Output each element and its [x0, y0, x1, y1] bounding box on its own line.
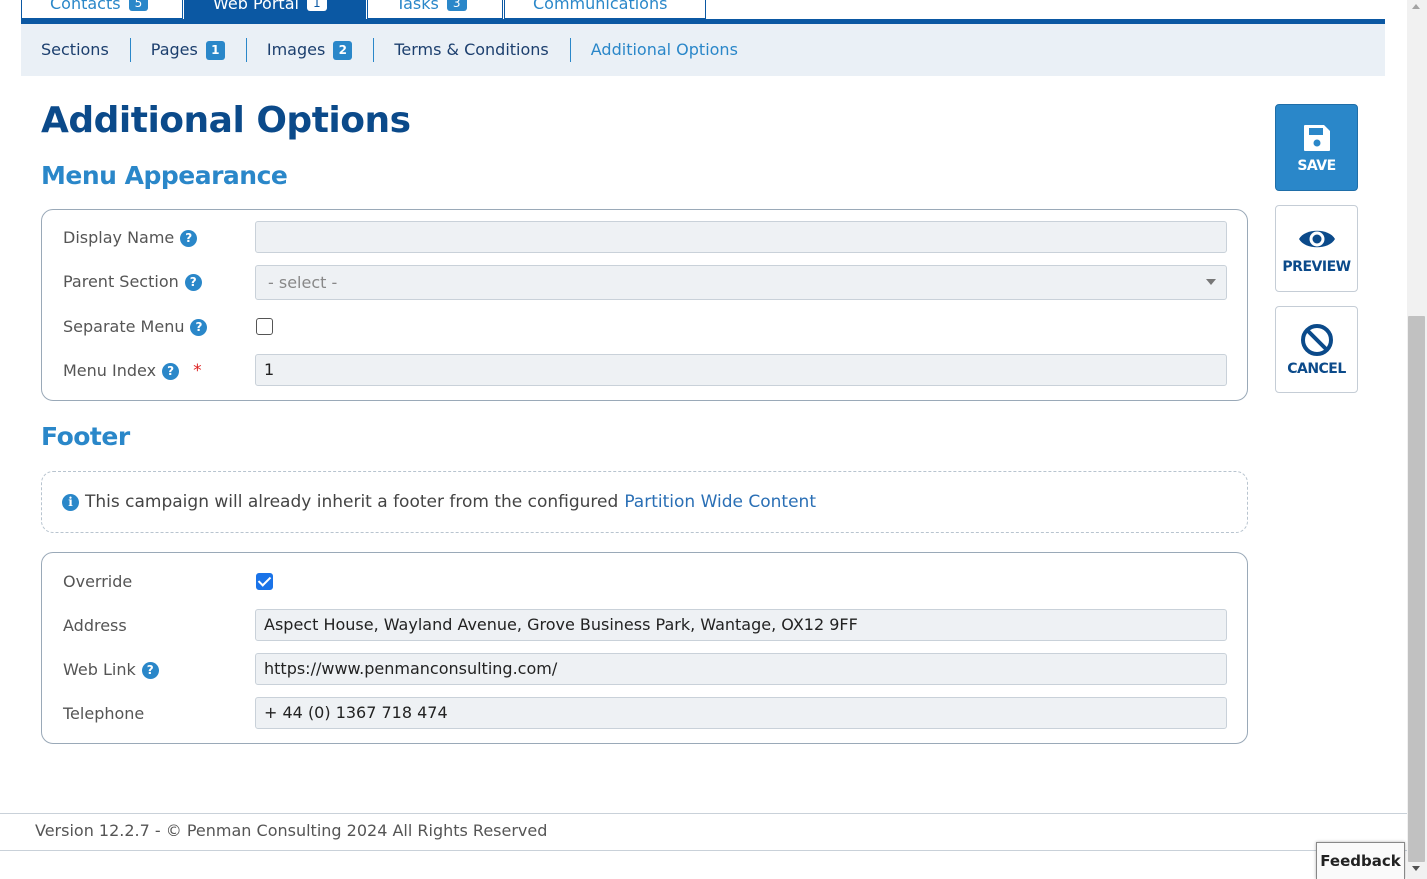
separate-menu-label: Separate Menu — [63, 317, 185, 336]
help-icon[interactable]: ? — [184, 273, 202, 291]
subnav-sections[interactable]: Sections — [21, 38, 131, 62]
telephone-input[interactable]: + 44 (0) 1367 718 474 — [255, 697, 1227, 729]
parent-section-row: Parent Section ? - select - — [42, 265, 1247, 300]
floppy-disk-icon — [1303, 124, 1330, 151]
menu-index-label: Menu Index — [63, 361, 157, 380]
tab-badge: 3 — [446, 0, 467, 11]
subnav-pages[interactable]: Pages 1 — [131, 38, 247, 62]
info-icon: i — [62, 493, 79, 511]
parent-section-label: Parent Section — [63, 272, 179, 291]
footer-panel: Override Address Aspect House, Wayland A… — [41, 552, 1248, 744]
pages-count-badge: 1 — [205, 40, 225, 60]
help-icon[interactable]: ? — [190, 318, 208, 336]
chevron-down-icon — [1206, 279, 1216, 285]
tab-contacts[interactable]: Contacts 5 — [21, 0, 183, 19]
display-name-row: Display Name ? — [42, 221, 1247, 255]
top-tab-bar: Contacts 5 Web Portal 1 Tasks 3 Communic… — [21, 0, 1385, 24]
override-checkbox[interactable] — [256, 573, 273, 590]
web-link-input[interactable]: https://www.penmanconsulting.com/ — [255, 653, 1227, 685]
ban-icon — [1300, 323, 1333, 356]
web-link-row: Web Link ? https://www.penmanconsulting.… — [42, 653, 1247, 687]
telephone-row: Telephone + 44 (0) 1367 718 474 — [42, 697, 1247, 731]
scroll-up-arrow-icon[interactable] — [1412, 4, 1420, 9]
menu-appearance-panel: Display Name ? Parent Section ? - select… — [41, 209, 1248, 401]
subnav-images[interactable]: Images 2 — [247, 38, 375, 62]
override-label: Override — [63, 572, 133, 591]
subnav-terms-conditions[interactable]: Terms & Conditions — [374, 38, 571, 62]
tab-badge: 1 — [306, 0, 327, 11]
help-icon[interactable]: ? — [141, 661, 159, 679]
tab-tasks[interactable]: Tasks 3 — [367, 0, 503, 19]
save-label: SAVE — [1297, 157, 1336, 174]
separate-menu-row: Separate Menu ? — [42, 310, 1247, 344]
override-row: Override — [42, 565, 1247, 599]
scrollbar-thumb[interactable] — [1408, 316, 1425, 862]
sub-navigation: Sections Pages 1 Images 2 Terms & Condit… — [21, 24, 1385, 76]
page-title: Additional Options — [41, 100, 411, 141]
vertical-scrollbar[interactable] — [1407, 0, 1427, 879]
parent-section-select[interactable]: - select - — [255, 265, 1227, 300]
images-count-badge: 2 — [333, 40, 353, 60]
partition-wide-content-link[interactable]: Partition Wide Content — [624, 492, 816, 512]
eye-icon — [1298, 230, 1335, 247]
footer-info-text: This campaign will already inherit a foo… — [85, 492, 619, 512]
address-label: Address — [63, 616, 127, 635]
web-link-label: Web Link — [63, 660, 136, 679]
address-row: Address Aspect House, Wayland Avenue, Gr… — [42, 609, 1247, 643]
address-input[interactable]: Aspect House, Wayland Avenue, Grove Busi… — [255, 609, 1227, 641]
save-button[interactable]: SAVE — [1275, 104, 1358, 191]
required-marker: * — [193, 361, 202, 381]
version-footer: Version 12.2.7 - © Penman Consulting 202… — [35, 821, 548, 840]
page: Contacts 5 Web Portal 1 Tasks 3 Communic… — [0, 0, 1427, 879]
separate-menu-checkbox[interactable] — [256, 318, 273, 335]
help-icon[interactable]: ? — [180, 229, 198, 247]
tab-badge: 5 — [128, 0, 149, 11]
preview-button[interactable]: PREVIEW — [1275, 205, 1358, 292]
cancel-button[interactable]: CANCEL — [1275, 306, 1358, 393]
scroll-down-arrow-icon[interactable] — [1412, 866, 1420, 871]
display-name-label: Display Name — [63, 228, 175, 247]
menu-appearance-title: Menu Appearance — [41, 161, 288, 190]
menu-index-row: Menu Index ? * 1 — [42, 354, 1247, 388]
menu-index-input[interactable]: 1 — [255, 354, 1227, 386]
telephone-label: Telephone — [63, 704, 145, 723]
feedback-button[interactable]: Feedback — [1316, 842, 1405, 879]
display-name-input[interactable] — [255, 221, 1227, 253]
help-icon[interactable]: ? — [162, 362, 180, 380]
footer-title: Footer — [41, 422, 130, 451]
footer-info-box: i This campaign will already inherit a f… — [41, 471, 1248, 533]
preview-label: PREVIEW — [1282, 258, 1351, 275]
tab-web-portal[interactable]: Web Portal 1 — [184, 0, 366, 19]
footer-divider — [0, 813, 1407, 814]
tab-communications[interactable]: Communications — [504, 0, 706, 19]
subnav-additional-options[interactable]: Additional Options — [571, 38, 759, 62]
footer-divider — [0, 850, 1407, 851]
cancel-label: CANCEL — [1287, 360, 1346, 377]
